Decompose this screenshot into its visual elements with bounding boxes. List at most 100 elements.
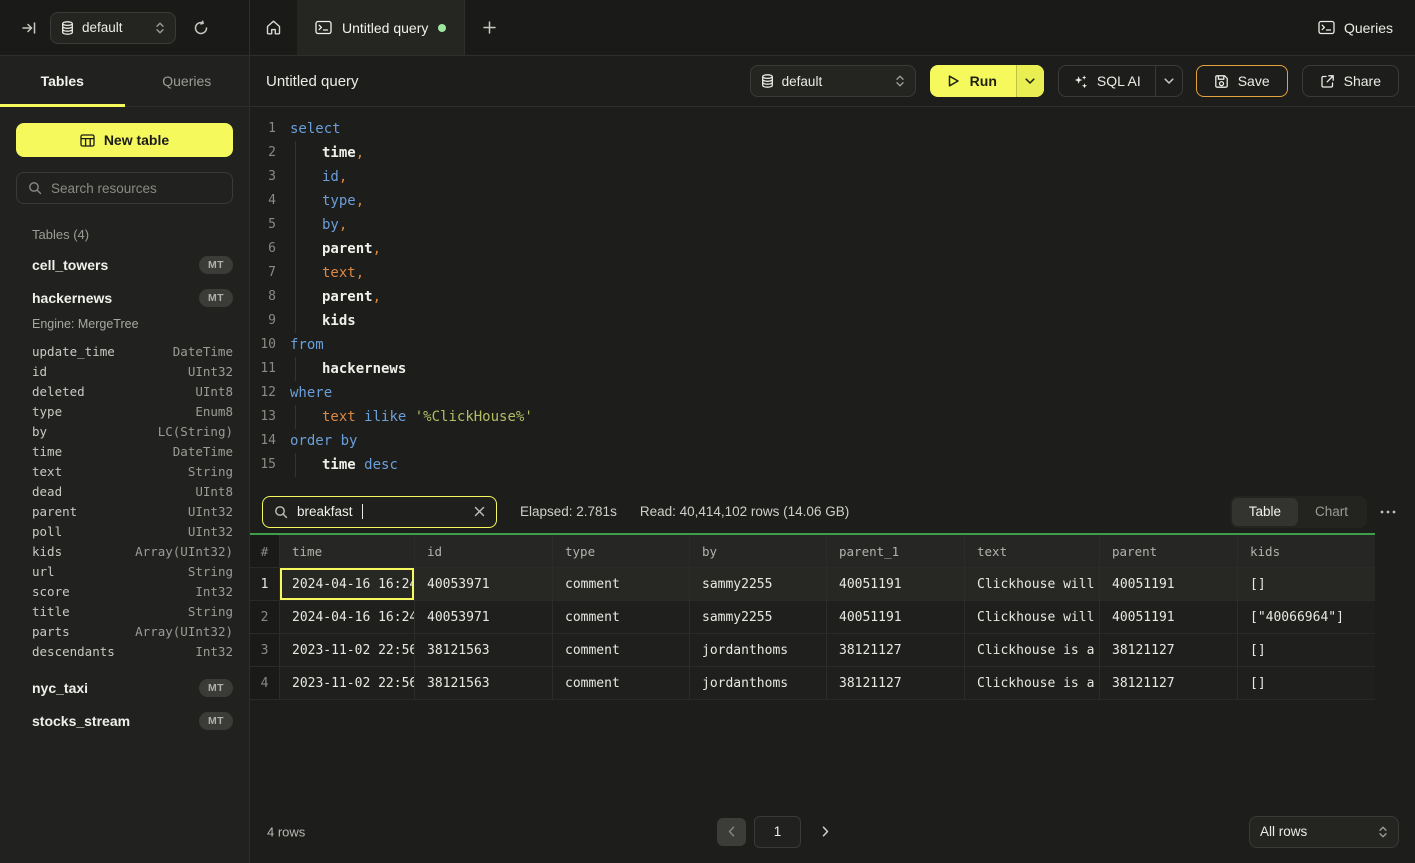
queries-button[interactable]: Queries	[1318, 20, 1393, 36]
line-number: 7	[250, 261, 276, 285]
table-cell[interactable]: 40051191	[1100, 601, 1238, 634]
results-search-box[interactable]: breakfast	[262, 496, 497, 528]
page-number-input[interactable]: 1	[754, 816, 801, 848]
column-row: kidsArray(UInt32)	[32, 541, 233, 561]
table-cell[interactable]: 40051191	[827, 568, 965, 601]
sidebar-tab-tables[interactable]: Tables	[0, 56, 125, 106]
resource-search-box[interactable]	[16, 172, 233, 204]
table-cell[interactable]: []	[1238, 634, 1375, 667]
table-cell[interactable]: 40051191	[1100, 568, 1238, 601]
new-table-button[interactable]: New table	[16, 123, 233, 157]
table-cell[interactable]: 2024-04-16 16:24…	[280, 568, 415, 601]
page-size-selector[interactable]: All rows	[1249, 816, 1399, 848]
column-type: Array(UInt32)	[135, 624, 233, 639]
column-row: scoreInt32	[32, 581, 233, 601]
database-selector-value: default	[82, 20, 123, 35]
next-page-button[interactable]	[814, 821, 836, 843]
column-row: titleString	[32, 601, 233, 621]
table-cell[interactable]: sammy2255	[690, 568, 827, 601]
column-header: parent	[1100, 535, 1238, 568]
table-cell[interactable]: 38121127	[1100, 667, 1238, 700]
table-cell[interactable]: comment	[553, 568, 690, 601]
view-toggle-chart[interactable]: Chart	[1298, 498, 1365, 526]
table-cell[interactable]: Clickhouse will …	[965, 601, 1100, 634]
column-type: UInt8	[195, 384, 233, 399]
sql-ai-button[interactable]: SQL AI	[1059, 65, 1155, 97]
column-row: deadUInt8	[32, 481, 233, 501]
elapsed-stat: Elapsed: 2.781s	[520, 504, 617, 519]
table-cell[interactable]: []	[1238, 667, 1375, 700]
play-icon	[947, 74, 960, 88]
sidebar: Tables Queries New table Tables (4) cell…	[0, 56, 250, 863]
line-number: 5	[250, 213, 276, 237]
results-toolbar: breakfast Elapsed: 2.781s Read: 40,414,1…	[250, 490, 1415, 533]
page-title: Untitled query	[266, 73, 359, 90]
column-name: parts	[32, 624, 70, 639]
more-options-icon[interactable]	[1375, 499, 1401, 525]
table-cell[interactable]: sammy2255	[690, 601, 827, 634]
table-cell[interactable]: ["40066964"]	[1238, 601, 1375, 634]
column-name: descendants	[32, 644, 115, 659]
table-cell[interactable]: 38121127	[1100, 634, 1238, 667]
line-number: 9	[250, 309, 276, 333]
table-icon	[80, 134, 95, 147]
table-cell[interactable]: 40053971	[415, 568, 553, 601]
table-cell[interactable]: comment	[553, 634, 690, 667]
share-button[interactable]: Share	[1302, 65, 1399, 97]
new-tab-button[interactable]	[465, 0, 513, 55]
view-toggle-table[interactable]: Table	[1232, 498, 1298, 526]
sql-editor[interactable]: 1select2time,3id,4type,5by,6parent,7text…	[250, 107, 1415, 490]
sql-ai-options-button[interactable]	[1155, 65, 1182, 97]
refresh-icon[interactable]	[188, 15, 214, 41]
save-button[interactable]: Save	[1196, 65, 1288, 97]
editor-line: 6parent,	[250, 237, 1415, 261]
table-cell[interactable]: Clickhouse will …	[965, 568, 1100, 601]
sql-token: type	[322, 193, 356, 209]
table-cell[interactable]: 40051191	[827, 601, 965, 634]
results-footer: 4 rows 1 All rows	[250, 800, 1415, 863]
resource-search-input[interactable]	[51, 181, 221, 196]
clear-search-icon[interactable]	[474, 506, 485, 517]
table-cell[interactable]: 38121127	[827, 667, 965, 700]
home-tab[interactable]	[250, 0, 297, 55]
sidebar-item-nyc-taxi[interactable]: nyc_taxi MT	[16, 671, 233, 704]
table-cell[interactable]: 38121563	[415, 634, 553, 667]
table-cell[interactable]: 38121127	[827, 634, 965, 667]
table-cell[interactable]: Clickhouse is a …	[965, 634, 1100, 667]
run-button[interactable]: Run	[930, 65, 1016, 97]
column-name: text	[32, 464, 62, 479]
column-row: byLC(String)	[32, 421, 233, 441]
table-cell[interactable]: 38121563	[415, 667, 553, 700]
tab-untitled-query[interactable]: Untitled query	[297, 0, 465, 55]
table-cell[interactable]: comment	[553, 667, 690, 700]
previous-page-button[interactable]	[717, 818, 746, 846]
sidebar-item-stocks-stream[interactable]: stocks_stream MT	[16, 704, 233, 737]
table-cell[interactable]: 40053971	[415, 601, 553, 634]
new-table-button-label: New table	[104, 132, 169, 148]
table-name: nyc_taxi	[32, 680, 88, 696]
sql-token: by	[341, 433, 358, 449]
table-cell[interactable]: jordanthoms	[690, 634, 827, 667]
table-cell[interactable]: jordanthoms	[690, 667, 827, 700]
save-button-label: Save	[1238, 73, 1270, 89]
sql-token: where	[290, 385, 332, 401]
sidebar-item-cell-towers[interactable]: cell_towers MT	[16, 248, 233, 281]
table-cell[interactable]: 2023-11-02 22:56…	[280, 634, 415, 667]
editor-line: 1select	[250, 117, 1415, 141]
sidebar-item-hackernews[interactable]: hackernews MT	[16, 281, 233, 314]
table-cell[interactable]: Clickhouse is a …	[965, 667, 1100, 700]
table-cell[interactable]: 2023-11-02 22:56…	[280, 667, 415, 700]
column-name: time	[32, 444, 62, 459]
row-number-cell: 2	[250, 601, 280, 634]
collapse-sidebar-icon[interactable]	[16, 15, 42, 41]
query-database-selector[interactable]: default	[750, 65, 916, 97]
column-type: String	[188, 464, 233, 479]
table-cell[interactable]: 2024-04-16 16:24…	[280, 601, 415, 634]
sidebar-tab-queries[interactable]: Queries	[125, 56, 250, 106]
run-options-button[interactable]	[1016, 65, 1044, 97]
table-cell[interactable]: comment	[553, 601, 690, 634]
table-cell[interactable]: []	[1238, 568, 1375, 601]
database-selector[interactable]: default	[50, 12, 176, 44]
terminal-icon	[1318, 20, 1335, 35]
column-name: title	[32, 604, 70, 619]
